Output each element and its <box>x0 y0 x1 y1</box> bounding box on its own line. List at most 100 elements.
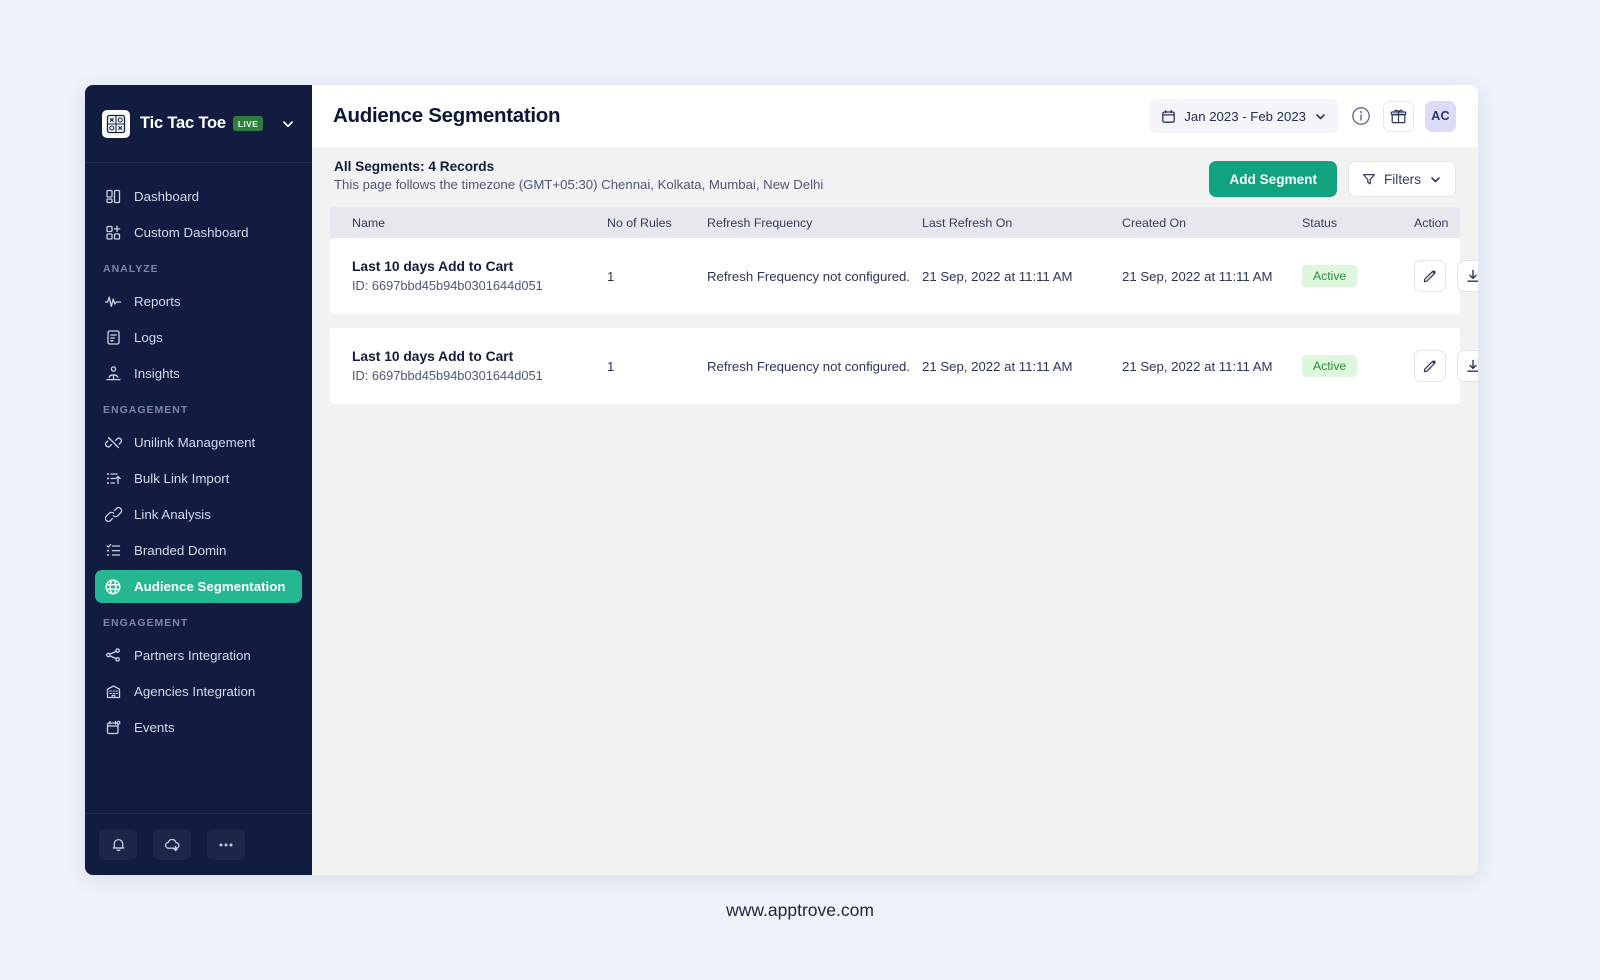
chevron-down-icon[interactable] <box>1429 173 1442 186</box>
table-row[interactable]: Last 10 days Add to Cart ID: 6697bbd45b9… <box>330 238 1478 314</box>
brand-name: Tic Tac Toe <box>140 114 226 132</box>
sidebar-item-label: Bulk Link Import <box>134 471 230 486</box>
brand-selector[interactable]: Tic Tac Toe LIVE <box>85 85 312 163</box>
share-nodes-icon <box>103 646 123 666</box>
sidebar-item-label: Events <box>134 720 175 735</box>
sidebar-item-insights[interactable]: Insights <box>95 357 302 390</box>
sidebar-item-label: Dashboard <box>134 189 200 204</box>
cell-rules-count: 1 <box>607 358 615 374</box>
pulse-icon <box>103 292 123 312</box>
sidebar-item-link-analysis[interactable]: Link Analysis <box>95 498 302 531</box>
insights-icon <box>103 364 123 384</box>
gift-icon[interactable] <box>1383 100 1414 132</box>
chevron-down-icon[interactable] <box>1314 110 1327 123</box>
column-header-last-refresh-on: Last Refresh On <box>922 215 1013 230</box>
sidebar-item-custom-dashboard[interactable]: Custom Dashboard <box>95 216 302 249</box>
sidebar-item-events[interactable]: Events <box>95 711 302 744</box>
filters-button[interactable]: Filters <box>1347 161 1456 197</box>
page-title: Audience Segmentation <box>333 104 561 127</box>
more-options-button[interactable] <box>207 829 245 860</box>
tic-tac-toe-logo-icon <box>102 109 130 138</box>
segments-table: Name No of Rules Refresh Frequency Last … <box>330 207 1478 404</box>
timezone-note: This page follows the timezone (GMT+05:3… <box>334 177 824 192</box>
sidebar-item-label: Link Analysis <box>134 507 211 522</box>
date-range-label: Jan 2023 - Feb 2023 <box>1184 108 1306 124</box>
cell-rules-count: 1 <box>607 268 615 284</box>
sidebar-nav: Dashboard Custom Dashboard ANALYZE Repor… <box>85 163 312 813</box>
cell-name: Last 10 days Add to Cart ID: 6697bbd45b9… <box>352 348 607 385</box>
cell-refresh-frequency: Refresh Frequency not configured. <box>707 358 911 374</box>
custom-dashboard-icon <box>103 223 123 243</box>
cloud-download-button[interactable] <box>153 829 191 860</box>
content-area: All Segments: 4 Records This page follow… <box>312 147 1478 875</box>
sidebar-item-logs[interactable]: Logs <box>95 321 302 354</box>
avatar[interactable]: AC <box>1425 100 1456 132</box>
sidebar-item-unilink-management[interactable]: Unilink Management <box>95 426 302 459</box>
sidebar: Tic Tac Toe LIVE Dashboard Custom Dashbo… <box>85 85 312 875</box>
cell-last-refresh-on: 21 Sep, 2022 at 11:11 AM <box>922 358 1073 374</box>
cell-created-on: 21 Sep, 2022 at 11:11 AM <box>1122 358 1273 374</box>
document-icon <box>103 328 123 348</box>
cell-last-refresh-on: 21 Sep, 2022 at 11:11 AM <box>922 268 1073 284</box>
edit-button[interactable] <box>1414 350 1446 382</box>
cell-status: Active <box>1302 355 1414 377</box>
column-header-created-on: Created On <box>1122 215 1187 230</box>
funnel-icon <box>1362 172 1376 186</box>
topbar-actions: Jan 2023 - Feb 2023 AC <box>1149 99 1456 133</box>
sidebar-item-label: Partners Integration <box>134 648 251 663</box>
column-header-action: Action <box>1414 215 1449 230</box>
sidebar-footer <box>85 813 312 875</box>
add-segment-button[interactable]: Add Segment <box>1209 161 1337 197</box>
sidebar-item-label: Branded Domin <box>134 543 227 558</box>
globe-icon <box>103 577 123 597</box>
column-header-status: Status <box>1302 215 1338 230</box>
download-button[interactable] <box>1457 260 1478 292</box>
sidebar-item-audience-segmentation[interactable]: Audience Segmentation <box>95 570 302 603</box>
table-row[interactable]: Last 10 days Add to Cart ID: 6697bbd45b9… <box>330 328 1478 404</box>
column-header-name: Name <box>352 215 386 230</box>
notifications-button[interactable] <box>99 829 137 860</box>
column-header-rules: No of Rules <box>607 215 672 230</box>
cell-action <box>1414 350 1478 382</box>
sidebar-item-branded-domin[interactable]: Branded Domin <box>95 534 302 567</box>
info-icon[interactable] <box>1350 105 1372 127</box>
sidebar-item-reports[interactable]: Reports <box>95 285 302 318</box>
edit-icon <box>1423 360 1436 373</box>
bulk-import-icon <box>103 469 123 489</box>
segment-id: ID: 6697bbd45b94b0301644d051 <box>352 278 543 294</box>
sidebar-item-partners-integration[interactable]: Partners Integration <box>95 639 302 672</box>
building-icon <box>103 682 123 702</box>
sidebar-section-engagement-2: ENGAGEMENT <box>103 617 189 629</box>
download-icon <box>1467 269 1478 282</box>
sidebar-section-engagement-1: ENGAGEMENT <box>103 404 189 416</box>
status-badge: Active <box>1302 355 1358 377</box>
list-check-icon <box>103 541 123 561</box>
chevron-down-icon[interactable] <box>281 117 295 131</box>
list-actions: Add Segment Filters <box>1209 159 1456 197</box>
cell-action <box>1414 260 1478 292</box>
edit-button[interactable] <box>1414 260 1446 292</box>
column-header-refresh-frequency: Refresh Frequency <box>707 215 813 230</box>
sidebar-item-label: Custom Dashboard <box>134 225 249 240</box>
sidebar-item-label: Logs <box>134 330 163 345</box>
sidebar-item-label: Agencies Integration <box>134 684 256 699</box>
edit-icon <box>1423 270 1436 283</box>
table-header-row: Name No of Rules Refresh Frequency Last … <box>330 207 1460 238</box>
cell-name: Last 10 days Add to Cart ID: 6697bbd45b9… <box>352 258 607 295</box>
sidebar-item-label: Reports <box>134 294 181 309</box>
sidebar-item-dashboard[interactable]: Dashboard <box>95 180 302 213</box>
sidebar-section-analyze: ANALYZE <box>103 263 159 275</box>
calendar-event-icon <box>103 718 123 738</box>
segment-name: Last 10 days Add to Cart <box>352 348 514 364</box>
download-button[interactable] <box>1457 350 1478 382</box>
sidebar-item-agencies-integration[interactable]: Agencies Integration <box>95 675 302 708</box>
records-count: All Segments: 4 Records <box>334 159 495 174</box>
date-range-picker[interactable]: Jan 2023 - Feb 2023 <box>1149 99 1339 133</box>
sidebar-item-bulk-link-import[interactable]: Bulk Link Import <box>95 462 302 495</box>
app-window: Tic Tac Toe LIVE Dashboard Custom Dashbo… <box>85 85 1478 875</box>
sidebar-item-label: Insights <box>134 366 180 381</box>
footer-url: www.apptrove.com <box>726 900 874 920</box>
list-toolbar: All Segments: 4 Records This page follow… <box>330 147 1460 207</box>
cell-status: Active <box>1302 265 1414 287</box>
filters-label: Filters <box>1383 171 1421 187</box>
